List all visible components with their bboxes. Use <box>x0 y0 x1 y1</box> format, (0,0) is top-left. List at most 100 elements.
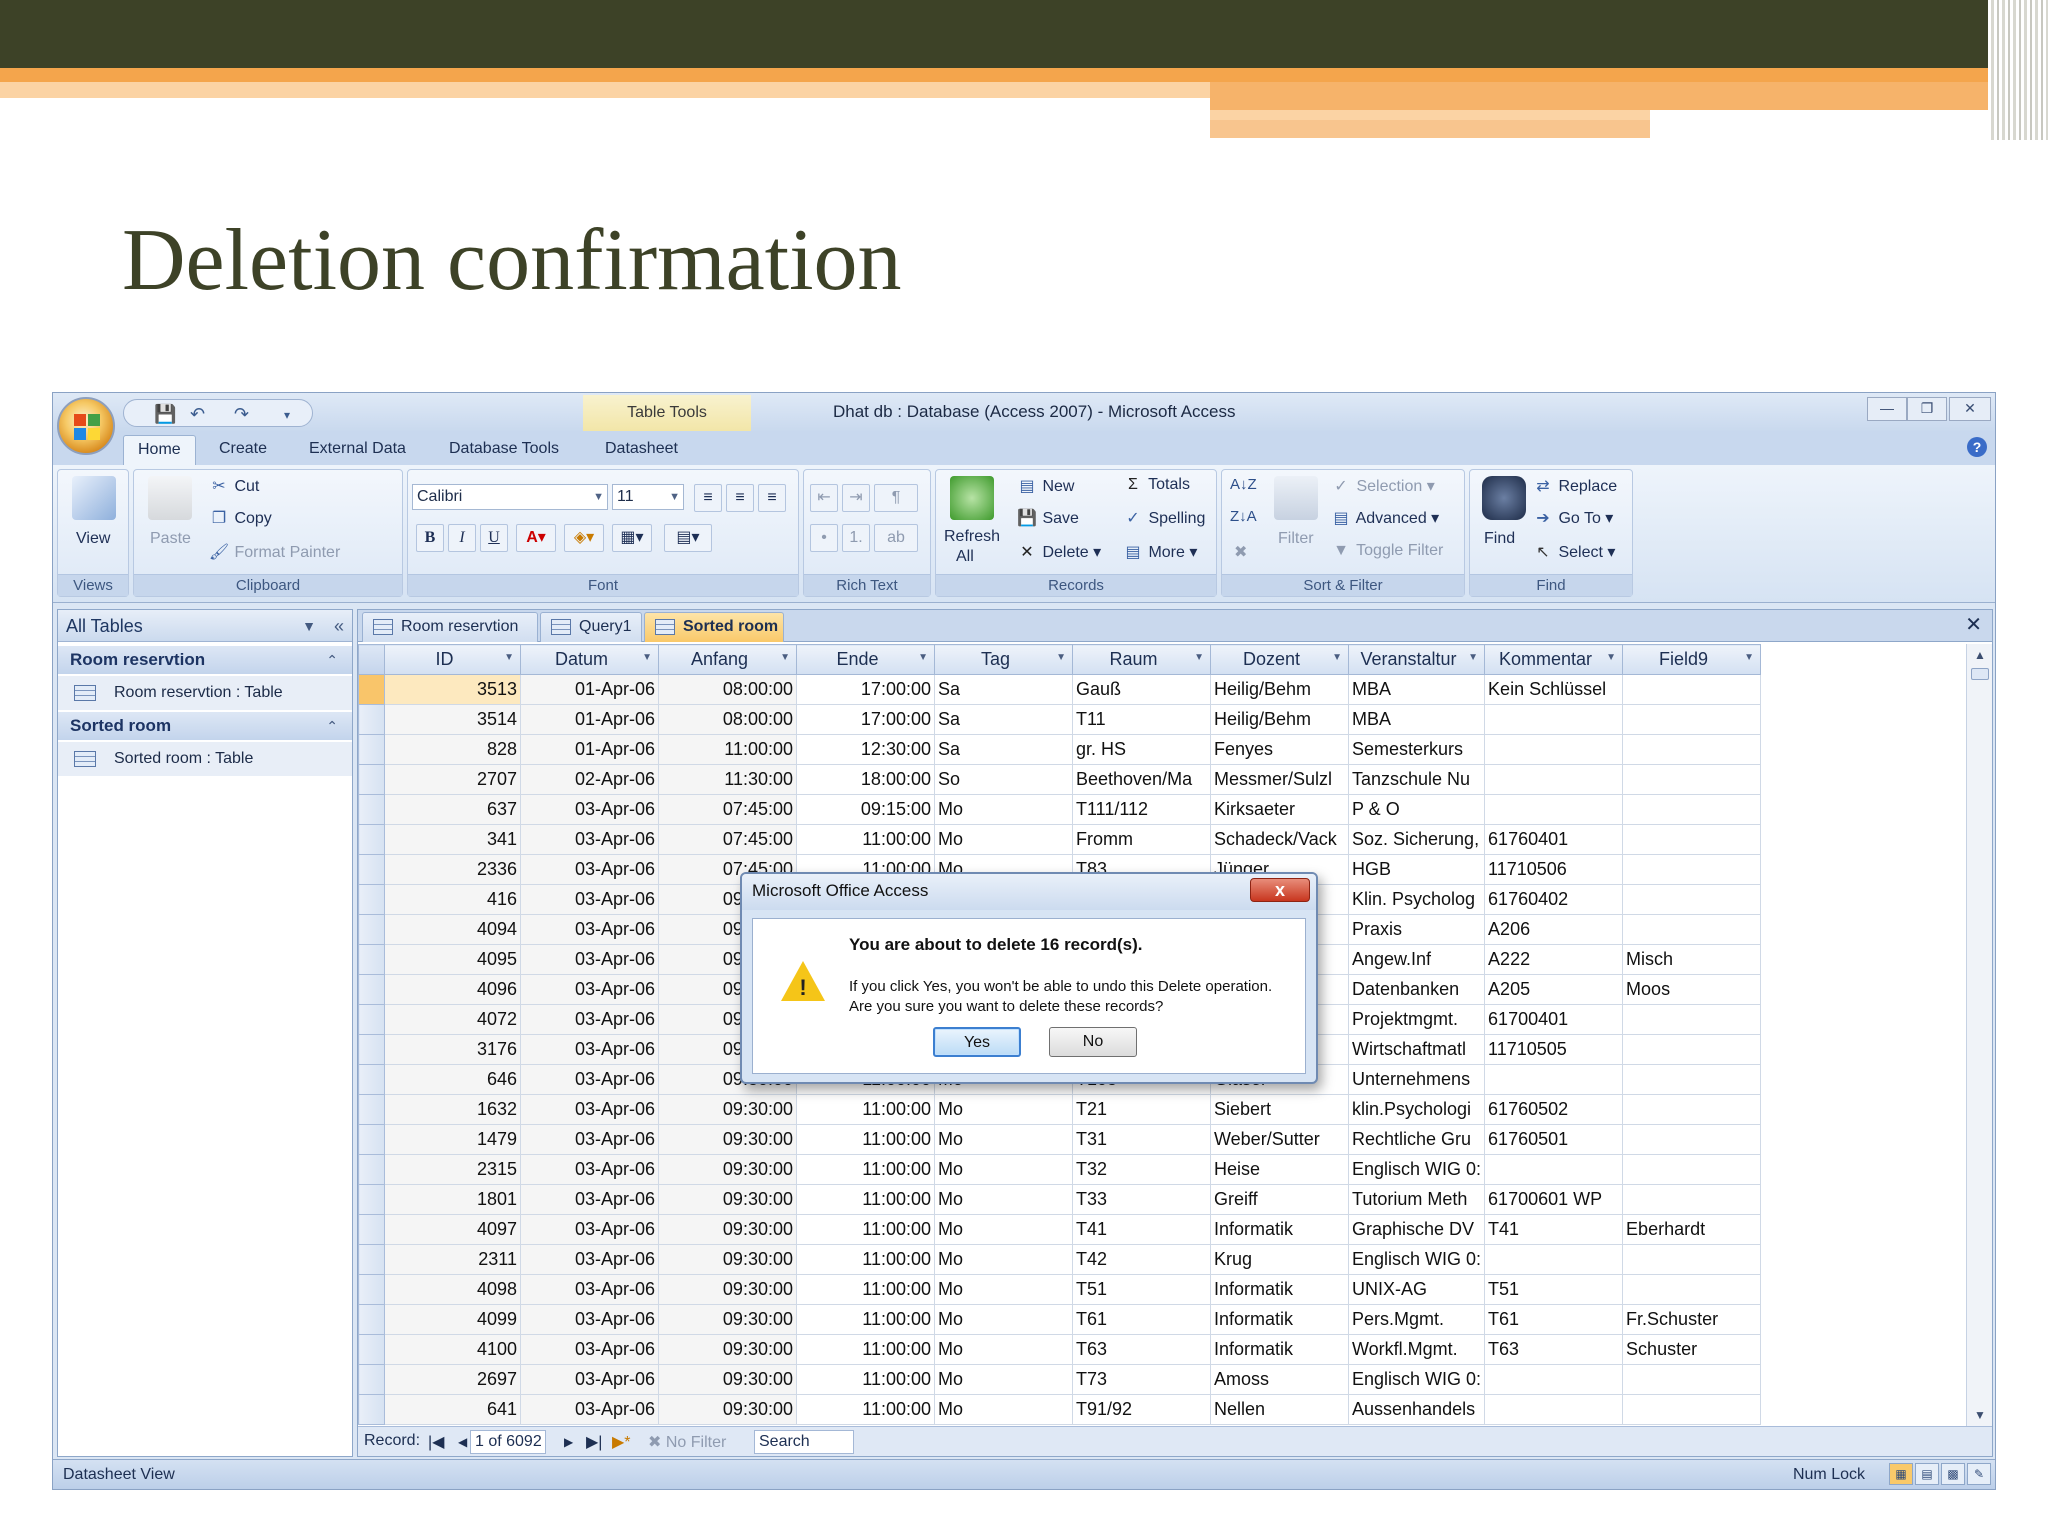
table-cell[interactable]: 4095 <box>384 944 521 975</box>
table-cell[interactable]: Fromm <box>1072 824 1211 855</box>
record-selector[interactable] <box>358 734 385 765</box>
table-cell[interactable]: 03-Apr-06 <box>520 1274 659 1305</box>
record-selector[interactable] <box>358 854 385 885</box>
table-row[interactable]: 3513 01-Apr-06 08:00:00 17:00:00 Sa Gauß Heili… <box>358 674 1762 705</box>
table-row[interactable]: 2697 03-Apr-06 09:30:00 11:00:00 Mo T73 Amoss E… <box>358 1364 1762 1395</box>
table-cell[interactable]: 3514 <box>384 704 521 735</box>
table-cell[interactable] <box>1622 884 1762 915</box>
table-cell[interactable]: 11:00:00 <box>796 1364 935 1395</box>
table-cell[interactable]: 07:45:00 <box>658 794 797 825</box>
table-cell[interactable]: Mo <box>934 1334 1073 1365</box>
new-blank-record-icon[interactable]: ▶* <box>612 1432 631 1452</box>
last-record-icon[interactable]: ▶| <box>586 1432 602 1452</box>
table-cell[interactable] <box>1484 1364 1624 1395</box>
table-cell[interactable]: 4094 <box>384 914 521 945</box>
column-header[interactable]: Kommentar ▼ <box>1484 644 1624 675</box>
table-cell[interactable] <box>1622 704 1762 735</box>
refresh-button[interactable]: Refresh <box>944 528 1000 546</box>
table-cell[interactable]: 61760402 <box>1484 884 1624 915</box>
record-selector[interactable] <box>358 1334 385 1365</box>
table-cell[interactable]: 09:30:00 <box>658 1244 797 1275</box>
table-cell[interactable]: Englisch WIG 0: <box>1347 1364 1486 1395</box>
table-cell[interactable]: T41 <box>1484 1214 1624 1245</box>
table-cell[interactable]: A222 <box>1484 944 1624 975</box>
next-record-icon[interactable]: ▶ <box>564 1435 573 1449</box>
record-selector[interactable] <box>358 1064 385 1095</box>
font-color-icon[interactable]: A▾ <box>516 524 556 552</box>
alternate-fill-icon[interactable]: ▤▾ <box>664 524 712 552</box>
column-header[interactable]: Dozent ▼ <box>1210 644 1349 675</box>
table-cell[interactable] <box>1484 1394 1624 1425</box>
table-cell[interactable] <box>1484 1154 1624 1185</box>
table-cell[interactable]: Mo <box>934 824 1073 855</box>
table-cell[interactable]: 61760502 <box>1484 1094 1624 1125</box>
table-cell[interactable]: Informatik <box>1210 1214 1349 1245</box>
column-header[interactable]: Tag ▼ <box>934 644 1073 675</box>
table-cell[interactable] <box>1622 1154 1762 1185</box>
paste-button[interactable]: Paste <box>150 530 191 548</box>
table-cell[interactable]: Englisch WIG 0: <box>1347 1154 1486 1185</box>
doc-tab-room-reservtion[interactable]: Room reservtion <box>362 612 538 642</box>
table-cell[interactable]: Fr.Schuster <box>1622 1304 1762 1335</box>
table-cell[interactable]: 1632 <box>384 1094 521 1125</box>
table-cell[interactable]: 03-Apr-06 <box>520 1034 659 1065</box>
table-cell[interactable] <box>1484 1064 1624 1095</box>
record-selector[interactable] <box>358 1094 385 1125</box>
table-cell[interactable]: 03-Apr-06 <box>520 1124 659 1155</box>
table-cell[interactable]: T33 <box>1072 1184 1211 1215</box>
table-cell[interactable]: 03-Apr-06 <box>520 1094 659 1125</box>
table-cell[interactable]: Mo <box>934 1214 1073 1245</box>
table-cell[interactable]: 61760401 <box>1484 824 1624 855</box>
table-cell[interactable]: 09:15:00 <box>796 794 935 825</box>
record-selector[interactable] <box>358 974 385 1005</box>
table-cell[interactable]: 11:00:00 <box>796 1124 935 1155</box>
table-cell[interactable]: 03-Apr-06 <box>520 1064 659 1095</box>
table-cell[interactable]: T51 <box>1484 1274 1624 1305</box>
highlight-icon[interactable]: ab <box>874 524 918 552</box>
chevron-down-icon[interactable]: ▼ <box>918 652 928 663</box>
column-header[interactable]: ID ▼ <box>384 644 521 675</box>
advanced-button[interactable]: ▤ Advanced ▾ <box>1330 508 1439 528</box>
format-painter-button[interactable]: 🖌 Format Painter <box>208 542 340 562</box>
tab-home[interactable]: Home <box>123 435 196 465</box>
record-selector[interactable] <box>358 1154 385 1185</box>
table-cell[interactable]: Rechtliche Gru <box>1347 1124 1486 1155</box>
record-selector[interactable] <box>358 1364 385 1395</box>
view-button[interactable]: View <box>76 530 110 548</box>
restore-icon[interactable]: ❐ <box>1907 397 1947 421</box>
table-cell[interactable]: 01-Apr-06 <box>520 704 659 735</box>
table-cell[interactable]: Sa <box>934 674 1073 705</box>
chevron-down-icon[interactable]: ▼ <box>780 652 790 663</box>
table-cell[interactable]: 01-Apr-06 <box>520 734 659 765</box>
chevron-down-icon[interactable]: ▼ <box>1744 652 1754 663</box>
record-position-input[interactable]: 1 of 6092 <box>470 1430 546 1454</box>
table-cell[interactable]: 61760501 <box>1484 1124 1624 1155</box>
column-header[interactable]: Field9 ▼ <box>1622 644 1762 675</box>
table-cell[interactable]: Graphische DV <box>1347 1214 1486 1245</box>
redo-icon[interactable]: ↷ <box>234 404 249 425</box>
font-size-select[interactable]: 11 ▼ <box>612 484 684 510</box>
table-cell[interactable] <box>1622 1244 1762 1275</box>
table-row[interactable]: 828 01-Apr-06 11:00:00 12:30:00 Sa gr. HS Feny… <box>358 734 1762 765</box>
scroll-down-icon[interactable]: ▼ <box>1967 1404 1992 1426</box>
align-left-icon[interactable]: ≡ <box>694 484 722 512</box>
table-cell[interactable]: Mo <box>934 1184 1073 1215</box>
table-cell[interactable]: 11:00:00 <box>796 824 935 855</box>
table-cell[interactable]: 641 <box>384 1394 521 1425</box>
dialog-close-button[interactable]: x <box>1250 878 1310 902</box>
table-cell[interactable]: 03-Apr-06 <box>520 854 659 885</box>
table-cell[interactable]: Sa <box>934 704 1073 735</box>
numbering-icon[interactable]: 1. <box>842 524 870 552</box>
table-cell[interactable] <box>1622 674 1762 705</box>
column-header[interactable]: Veranstaltur ▼ <box>1347 644 1486 675</box>
table-cell[interactable]: Fenyes <box>1210 734 1349 765</box>
table-cell[interactable]: 09:30:00 <box>658 1304 797 1335</box>
table-cell[interactable]: Krug <box>1210 1244 1349 1275</box>
table-cell[interactable]: 17:00:00 <box>796 704 935 735</box>
no-filter-button[interactable]: ✖ No Filter <box>648 1432 726 1452</box>
table-cell[interactable]: 2311 <box>384 1244 521 1275</box>
table-cell[interactable]: So <box>934 764 1073 795</box>
table-cell[interactable]: 09:30:00 <box>658 1394 797 1425</box>
table-cell[interactable]: 11:00:00 <box>796 1214 935 1245</box>
table-cell[interactable]: 4097 <box>384 1214 521 1245</box>
